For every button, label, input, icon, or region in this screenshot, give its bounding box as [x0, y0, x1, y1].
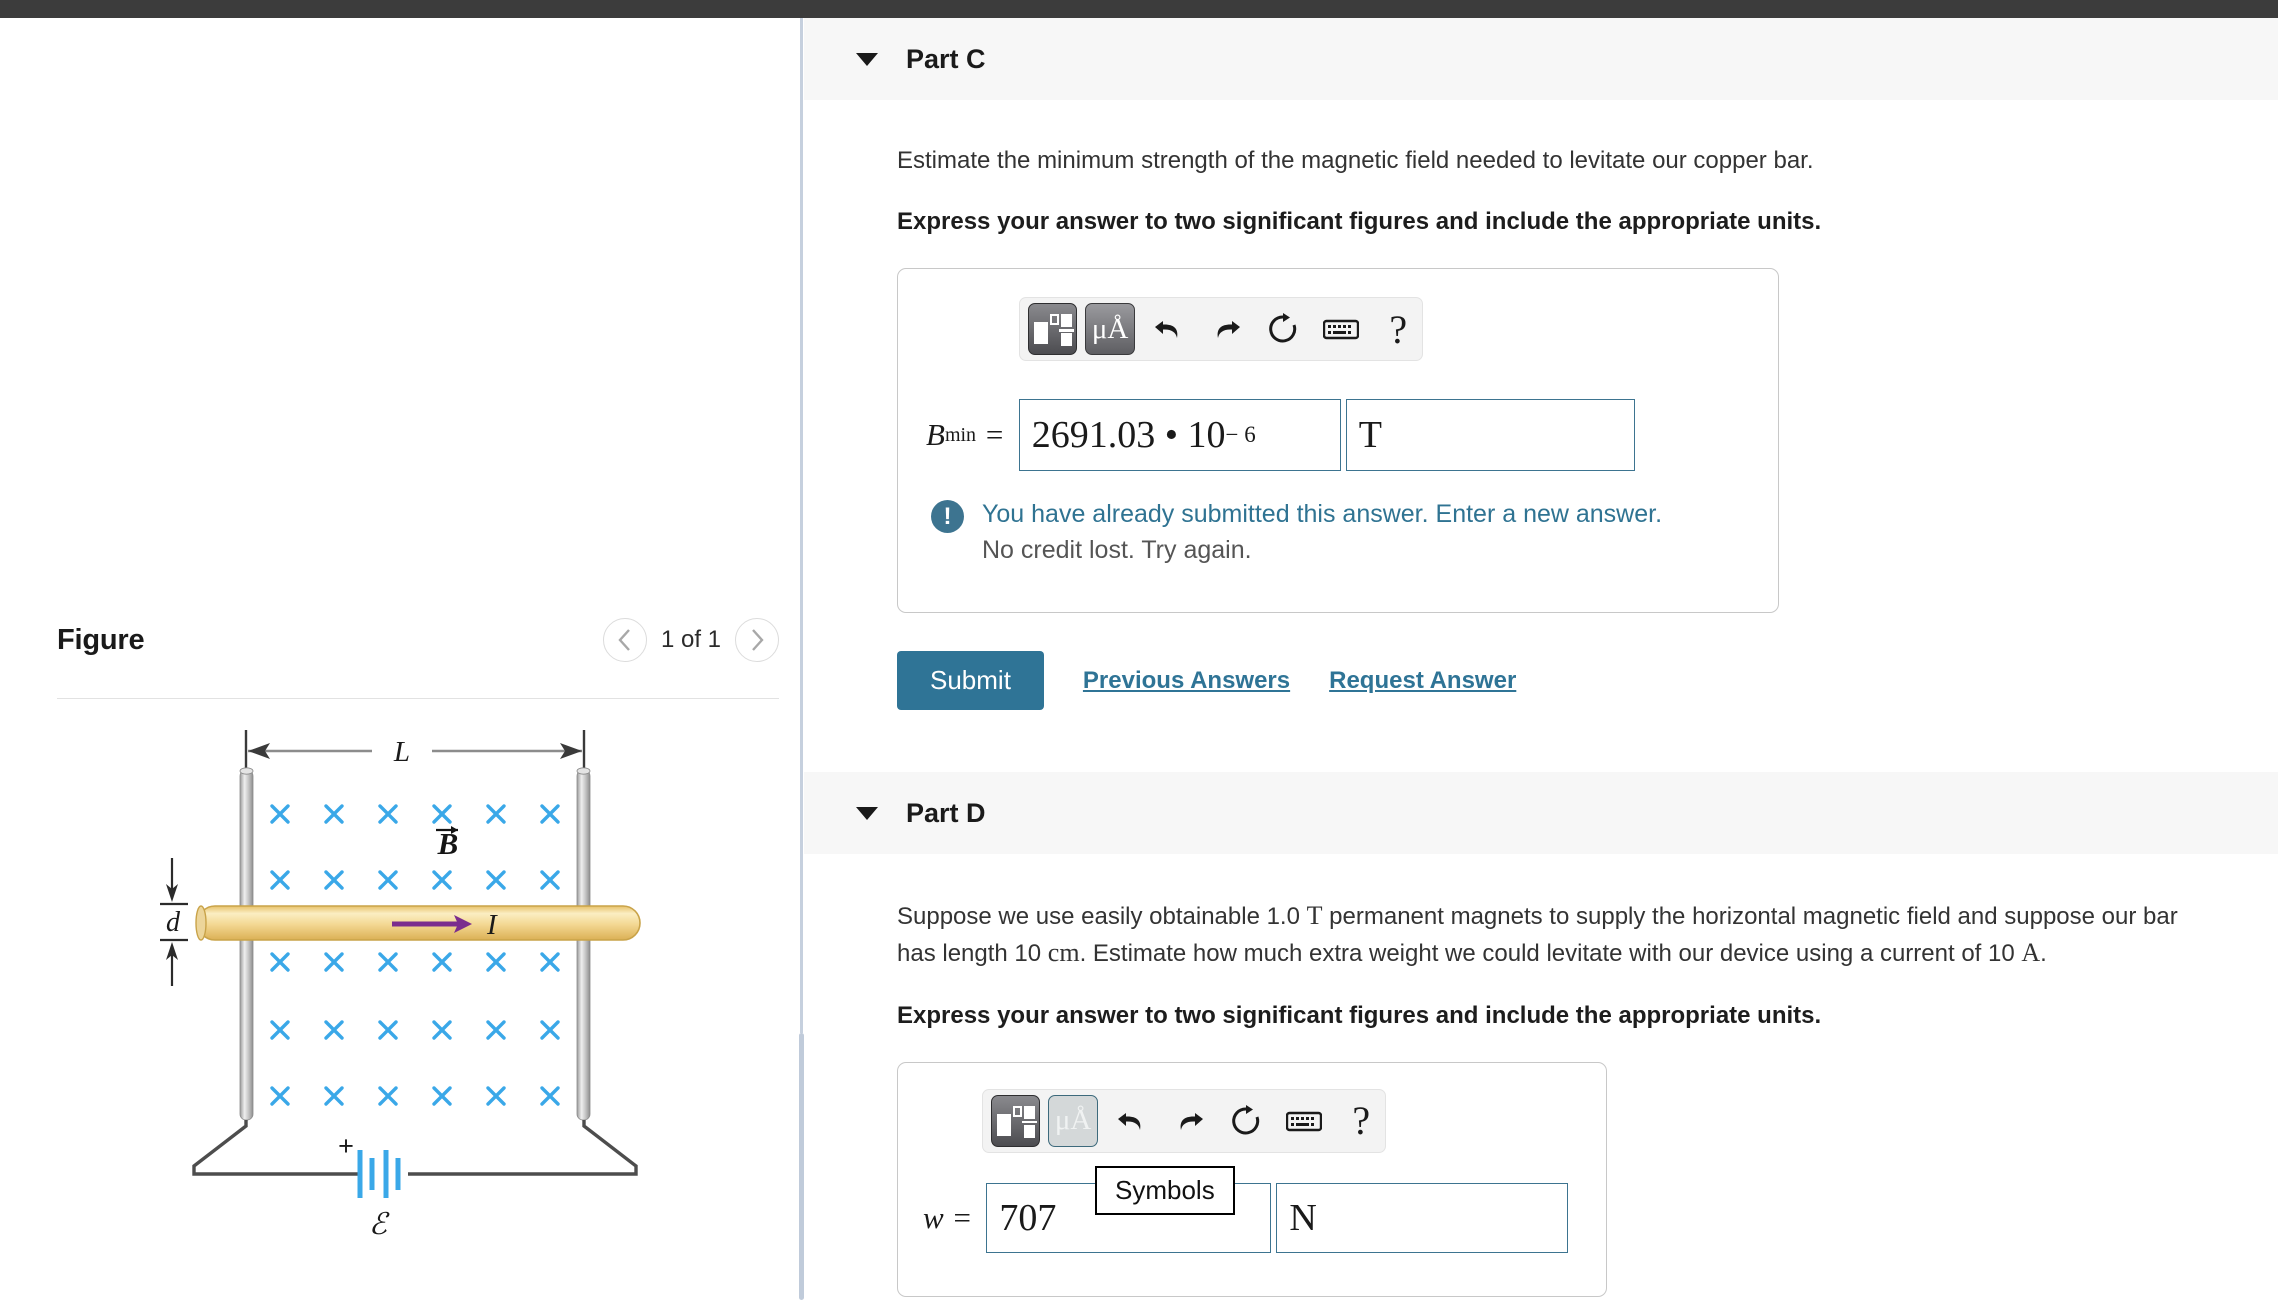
part-d-answer-box: μÅ ? w = 707 N Symbols	[897, 1061, 1607, 1297]
part-c-feedback-text: You have already submitted this answer. …	[982, 497, 1662, 568]
chevron-left-icon	[618, 629, 630, 651]
part-d-unit-cm: cm	[1047, 937, 1080, 967]
browser-chrome-bar	[0, 0, 2278, 18]
figure-prev-button[interactable]	[602, 618, 647, 662]
figure-divider-rule	[57, 698, 779, 699]
part-c-previous-answers-link[interactable]: Previous Answers	[1083, 667, 1290, 695]
figure-pane: Figure 1 of 1 L B I d + ℰ	[0, 18, 800, 1300]
part-c-instruction: Express your answer to two significant f…	[897, 208, 1822, 236]
undo-button[interactable]	[1108, 1095, 1155, 1147]
part-c-math-toolbar: μÅ ?	[1019, 297, 1423, 362]
part-c-submit-button[interactable]: Submit	[897, 651, 1044, 711]
part-d-units-input[interactable]: N	[1276, 1182, 1569, 1253]
symbols-icon: μÅ	[1054, 1104, 1092, 1137]
part-d-equals: =	[951, 1199, 973, 1235]
part-c-variable-label: Bmin =	[926, 399, 1019, 471]
redo-button[interactable]	[1202, 303, 1249, 355]
figure-diagram: L B I d + ℰ	[160, 718, 680, 1241]
math-template-icon	[1033, 314, 1074, 347]
reset-button[interactable]	[1260, 303, 1307, 355]
part-d-section: Part D Suppose we use easily obtainable …	[804, 772, 2278, 1300]
magnetic-field-markers	[270, 804, 560, 1106]
reset-circle-icon	[1269, 313, 1297, 343]
alert-icon: !	[931, 500, 964, 534]
levitating-bar-diagram: L B I d + ℰ	[160, 730, 641, 1241]
keyboard-button[interactable]	[1280, 1095, 1327, 1147]
part-d-prompt-seg1: Suppose we use easily obtainable 1.0	[897, 903, 1307, 931]
figure-title: Figure	[57, 623, 145, 656]
emf-label: ℰ	[369, 1208, 390, 1238]
part-c-body: Estimate the minimum strength of the mag…	[804, 144, 2278, 711]
figure-length-label: L	[393, 736, 410, 768]
undo-arrow-icon	[1117, 1112, 1140, 1130]
part-c-feedback-primary: You have already submitted this answer. …	[982, 500, 1663, 529]
part-c-feedback: ! You have already submitted this answer…	[931, 497, 1662, 568]
part-c-header[interactable]: Part C	[804, 18, 2278, 100]
problem-pane: Part C Estimate the minimum strength of …	[804, 18, 2278, 1300]
help-button[interactable]: ?	[1338, 1095, 1385, 1147]
part-d-instruction: Express your answer to two significant f…	[897, 1001, 1822, 1029]
symbols-button[interactable]: μÅ	[1048, 1094, 1098, 1147]
symbols-icon: μÅ	[1091, 312, 1129, 345]
math-template-icon	[996, 1105, 1037, 1138]
keyboard-button[interactable]	[1317, 303, 1364, 355]
part-c-prompt: Estimate the minimum strength of the mag…	[897, 147, 1814, 174]
redo-button[interactable]	[1165, 1095, 1212, 1147]
part-c-actions: Submit Previous Answers Request Answer	[897, 651, 2278, 711]
symbols-button[interactable]: μÅ	[1085, 303, 1135, 356]
symbols-tooltip: Symbols	[1095, 1165, 1235, 1215]
keyboard-icon	[1285, 1111, 1322, 1132]
part-d-variable: w	[923, 1199, 944, 1235]
keyboard-icon	[1322, 319, 1359, 340]
part-c-variable: B	[926, 417, 945, 453]
part-d-prompt-seg3: . Estimate how much extra weight we coul…	[1079, 939, 2022, 967]
figure-next-button[interactable]	[735, 618, 779, 662]
redo-arrow-icon	[1180, 1112, 1203, 1130]
figure-gap-label: d	[166, 907, 181, 938]
part-c-variable-subscript: min	[944, 423, 977, 446]
math-template-button[interactable]	[1028, 303, 1078, 356]
part-d-body: Suppose we use easily obtainable 1.0 T p…	[804, 898, 2278, 1300]
battery-symbol: + ℰ	[338, 1131, 401, 1241]
part-d-prompt: Suppose we use easily obtainable 1.0 T p…	[897, 898, 2207, 972]
figure-navigation: 1 of 1	[602, 618, 779, 662]
battery-plus-label: +	[338, 1131, 354, 1161]
chevron-right-icon	[752, 629, 764, 651]
part-c-answer-row: Bmin = 2691.03 • 10− 6 T	[926, 399, 1635, 472]
part-c-feedback-secondary: No credit lost. Try again.	[982, 535, 1252, 564]
part-c-answer-input[interactable]: 2691.03 • 10− 6	[1018, 399, 1341, 472]
part-c-units-input[interactable]: T	[1345, 399, 1635, 472]
caret-down-icon[interactable]	[856, 806, 878, 820]
part-d-variable-label: w =	[923, 1183, 986, 1253]
part-d-unit-amp: A	[2021, 937, 2041, 967]
redo-arrow-icon	[1217, 321, 1240, 339]
reset-circle-icon	[1232, 1104, 1260, 1135]
part-c-answer-box: μÅ ? B min = 2691.03 • 10 − 6 T ! You ha…	[897, 268, 1779, 614]
figure-header: Figure 1 of 1	[57, 618, 779, 662]
part-d-unit-tesla: T	[1306, 901, 1323, 931]
part-c-answer-mantissa: 2691.03 • 10	[1031, 414, 1226, 457]
undo-arrow-icon	[1154, 321, 1177, 339]
figure-page-indicator: 1 of 1	[660, 626, 721, 653]
help-button[interactable]: ?	[1375, 303, 1422, 355]
math-template-button[interactable]	[991, 1094, 1041, 1147]
part-c-request-answer-link[interactable]: Request Answer	[1329, 667, 1516, 695]
part-d-header[interactable]: Part D	[804, 772, 2278, 855]
part-c-answer-exponent: − 6	[1225, 422, 1256, 448]
part-d-answer-row: w = 707 N	[923, 1182, 1569, 1253]
part-d-prompt-seg4: .	[2040, 939, 2047, 967]
part-c-equals: =	[983, 417, 1005, 453]
part-c-label: Part C	[906, 43, 986, 74]
pane-divider[interactable]	[800, 18, 803, 1033]
part-d-math-toolbar: μÅ ?	[982, 1088, 1386, 1153]
undo-button[interactable]	[1145, 303, 1192, 355]
figure-current-label: I	[486, 909, 498, 941]
reset-button[interactable]	[1223, 1095, 1270, 1147]
caret-down-icon[interactable]	[856, 52, 878, 66]
part-d-label: Part D	[906, 797, 986, 828]
